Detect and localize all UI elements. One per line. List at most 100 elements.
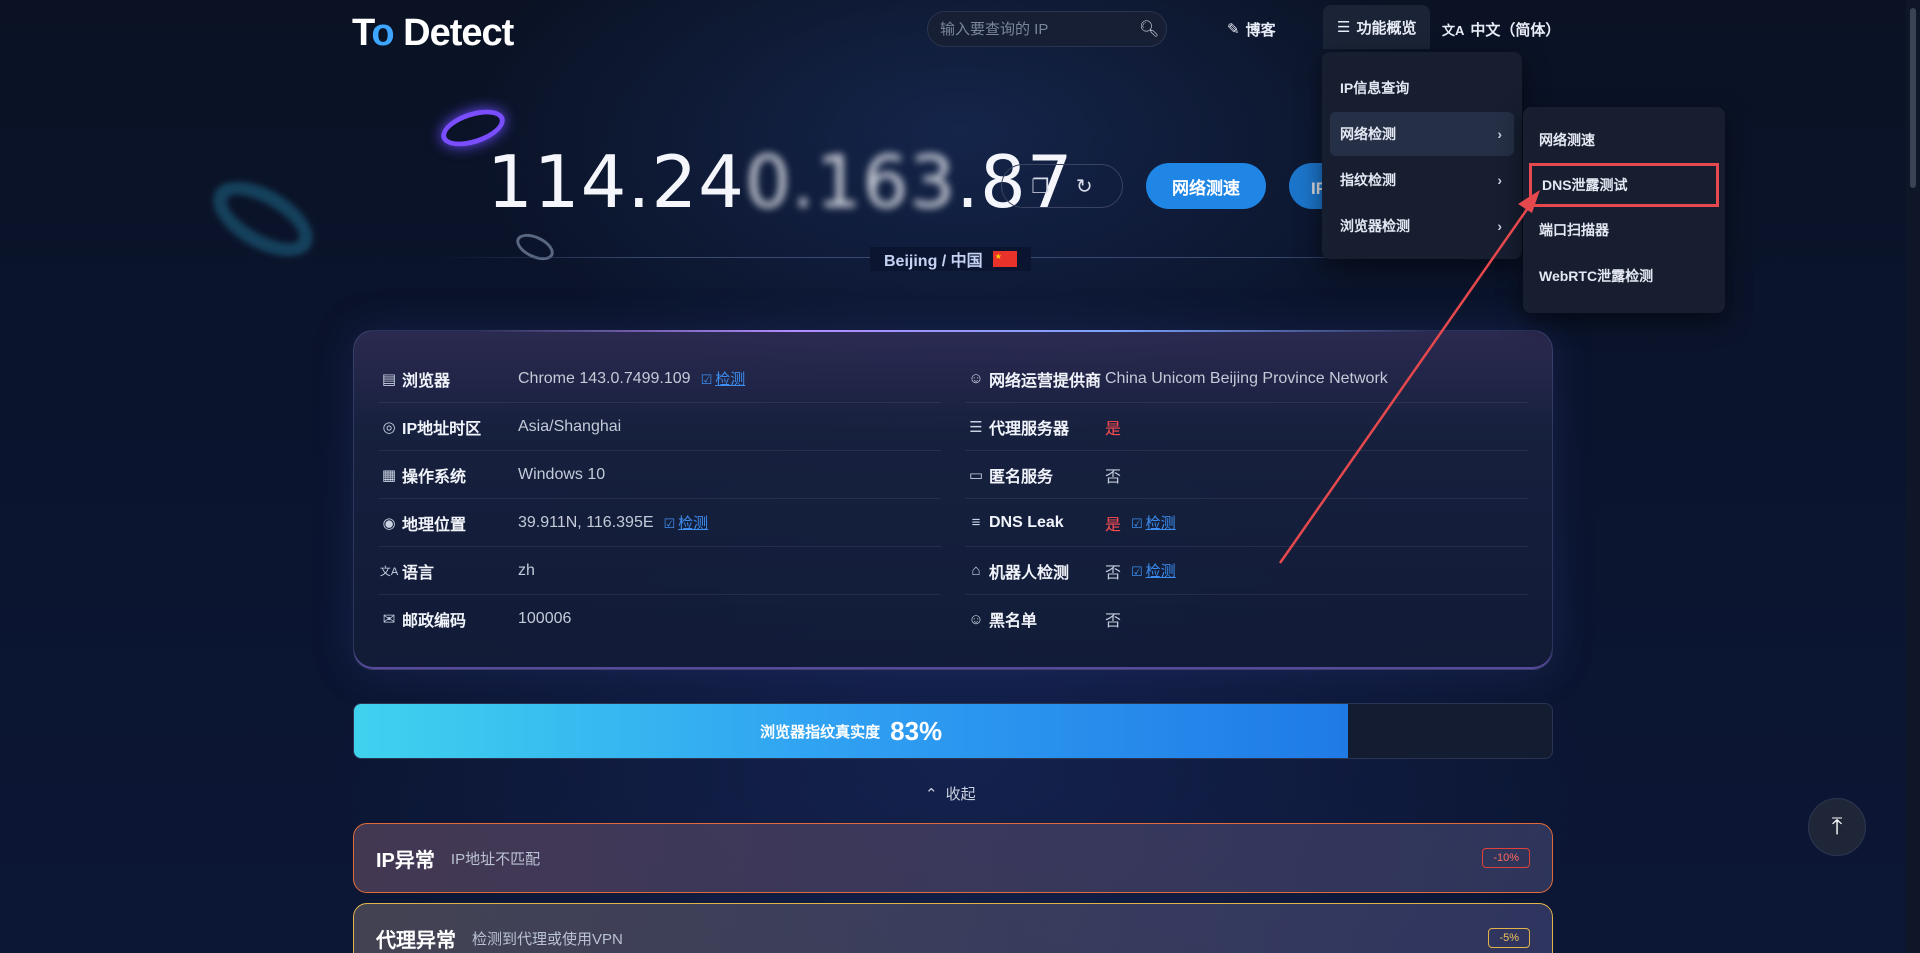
decorative-ring bbox=[512, 228, 558, 266]
score-badge: -5% bbox=[1488, 928, 1530, 948]
info-row-proxy: ☰ 代理服务器 是 bbox=[965, 403, 1528, 451]
info-value: China Unicom Beijing Province Network bbox=[1105, 369, 1388, 387]
chevron-up-icon: ⌃ bbox=[925, 785, 938, 803]
nav-language[interactable]: 文A 中文（简体） bbox=[1432, 13, 1570, 45]
scrollbar[interactable] bbox=[1906, 0, 1920, 953]
nav-blog[interactable]: ✎ 博客 bbox=[1217, 13, 1286, 45]
translate-icon: 文A bbox=[379, 565, 399, 578]
nav-blog-label: 博客 bbox=[1245, 21, 1276, 39]
info-row-geo: ◉ 地理位置 39.911N, 116.395E ☑ 检测 bbox=[378, 499, 941, 547]
menu-item-ip-info[interactable]: IP信息查询 bbox=[1330, 66, 1514, 110]
check-label: 检测 bbox=[678, 515, 709, 532]
alert-ip-anomaly[interactable]: IP异常 IP地址不匹配 -10% bbox=[353, 823, 1553, 893]
info-label: 黑名单 bbox=[989, 613, 1038, 630]
check-label: 检测 bbox=[1145, 515, 1176, 532]
info-row-postcode: ✉ 邮政编码 100006 bbox=[378, 595, 941, 643]
info-label: 邮政编码 bbox=[402, 613, 467, 630]
menu-item-network-check[interactable]: 网络检测 › bbox=[1330, 112, 1514, 156]
info-value: Windows 10 bbox=[518, 465, 606, 483]
robot-icon: ⌂ bbox=[971, 562, 981, 579]
info-row-language: 文A 语言 zh bbox=[378, 547, 941, 595]
menu-item-speed-test[interactable]: 网络测速 bbox=[1523, 117, 1725, 163]
info-value: zh bbox=[518, 561, 535, 579]
progress-text: 浏览器指纹真实度 83% bbox=[354, 704, 1348, 758]
chevron-right-icon: › bbox=[1497, 218, 1502, 234]
menu-item-browser-check[interactable]: 浏览器检测 › bbox=[1330, 204, 1514, 248]
database-icon: ☰ bbox=[969, 418, 983, 436]
info-label: 匿名服务 bbox=[989, 468, 1054, 486]
location-pin-icon: ◎ bbox=[382, 418, 396, 436]
fingerprint-progress: 浏览器指纹真实度 83% bbox=[353, 703, 1553, 759]
alert-proxy-anomaly[interactable]: 代理异常 检测到代理或使用VPN -5% bbox=[353, 903, 1553, 953]
check-link[interactable]: ☑ 检测 bbox=[664, 512, 709, 533]
refresh-icon[interactable]: ↻ bbox=[1076, 174, 1093, 199]
check-icon: ☑ bbox=[1131, 516, 1143, 531]
info-row-os: ▦ 操作系统 Windows 10 bbox=[378, 451, 941, 499]
menu-item-label: 指纹检测 bbox=[1340, 172, 1396, 188]
collapse-label: 收起 bbox=[945, 786, 976, 803]
id-card-icon: ▭ bbox=[968, 466, 984, 484]
nav-features[interactable]: ☰ 功能概览 bbox=[1323, 5, 1431, 49]
check-icon: ☑ bbox=[663, 516, 676, 531]
info-value: 是 bbox=[1105, 420, 1122, 438]
info-value: 100006 bbox=[518, 610, 572, 627]
user-icon: ☺ bbox=[968, 370, 984, 387]
menu-item-fingerprint-check[interactable]: 指纹检测 › bbox=[1330, 158, 1514, 202]
menu-item-label: 网络测速 bbox=[1539, 132, 1595, 148]
check-link[interactable]: ☑ 检测 bbox=[1131, 512, 1176, 533]
info-label: 操作系统 bbox=[402, 468, 467, 486]
alert-title: 代理异常 bbox=[376, 929, 456, 952]
translate-icon: 文A bbox=[1442, 22, 1465, 38]
ip-visible: 114.24 bbox=[487, 140, 745, 224]
alert-desc: 检测到代理或使用VPN bbox=[472, 930, 623, 948]
logo[interactable]: To Detect bbox=[352, 12, 514, 55]
info-row-blacklist: ☺ 黑名单 否 bbox=[965, 595, 1528, 643]
menu-icon: ☰ bbox=[1337, 19, 1351, 36]
nav-language-label: 中文（简体） bbox=[1470, 21, 1561, 39]
ip-blurred: 0.163 bbox=[744, 140, 957, 224]
menu-item-webrtc-leak[interactable]: WebRTC泄露检测 bbox=[1523, 253, 1725, 299]
scrollbar-thumb[interactable] bbox=[1910, 8, 1916, 188]
search-input[interactable] bbox=[940, 20, 1139, 38]
back-to-top-button[interactable]: ⤒ bbox=[1808, 798, 1866, 856]
location: Beijing / 中国 bbox=[870, 247, 1031, 271]
chevron-right-icon: › bbox=[1497, 172, 1502, 188]
search-box[interactable]: 🔍︎ bbox=[927, 11, 1167, 47]
network-submenu: 网络测速 DNS泄露测试 端口扫描器 WebRTC泄露检测 bbox=[1523, 107, 1725, 313]
info-card: ▤ 浏览器 Chrome 143.0.7499.109 ☑ 检测 ☺ 网络运营提供… bbox=[353, 330, 1553, 670]
info-value: 否 bbox=[1105, 564, 1122, 582]
info-label: IP地址时区 bbox=[402, 420, 482, 438]
menu-item-label: 端口扫描器 bbox=[1539, 222, 1609, 238]
search-icon[interactable]: 🔍︎ bbox=[1139, 19, 1159, 39]
info-row-browser: ▤ 浏览器 Chrome 143.0.7499.109 ☑ 检测 bbox=[378, 355, 941, 403]
check-label: 检测 bbox=[1145, 563, 1176, 580]
grid-icon: ▦ bbox=[381, 466, 397, 484]
menu-item-label: DNS泄露测试 bbox=[1542, 177, 1628, 193]
info-value: Chrome 143.0.7499.109 bbox=[518, 369, 691, 387]
info-value: 否 bbox=[1105, 613, 1122, 630]
info-label: 代理服务器 bbox=[989, 420, 1070, 438]
info-label: 地理位置 bbox=[402, 516, 467, 534]
check-link[interactable]: ☑ 检测 bbox=[1131, 560, 1176, 581]
check-icon: ☑ bbox=[700, 372, 713, 387]
arrow-up-icon: ⤒ bbox=[1831, 813, 1843, 840]
menu-item-port-scanner[interactable]: 端口扫描器 bbox=[1523, 207, 1725, 253]
speed-test-button[interactable]: 网络测速 bbox=[1146, 163, 1266, 209]
chevron-right-icon: › bbox=[1497, 126, 1502, 142]
copy-icon[interactable]: ❐ bbox=[1031, 174, 1049, 199]
info-value: 是 bbox=[1105, 516, 1122, 534]
location-text: Beijing / 中国 bbox=[884, 253, 983, 270]
browser-icon: ▤ bbox=[381, 370, 397, 388]
progress-label: 浏览器指纹真实度 bbox=[760, 723, 881, 741]
menu-item-label: 网络检测 bbox=[1340, 126, 1396, 142]
info-row-dns-leak: ≡ DNS Leak 是 ☑ 检测 bbox=[965, 499, 1528, 547]
check-link[interactable]: ☑ 检测 bbox=[701, 368, 746, 389]
info-label: DNS Leak bbox=[989, 513, 1064, 531]
user-block-icon: ☺ bbox=[968, 610, 984, 628]
info-label: 网络运营提供商 bbox=[989, 372, 1102, 390]
menu-item-dns-leak-test[interactable]: DNS泄露测试 bbox=[1529, 163, 1719, 207]
menu-item-label: 浏览器检测 bbox=[1340, 218, 1410, 234]
collapse-button[interactable]: ⌃ 收起 bbox=[925, 783, 976, 804]
info-row-timezone: ◎ IP地址时区 Asia/Shanghai bbox=[378, 403, 941, 451]
info-value: 否 bbox=[1105, 468, 1122, 486]
